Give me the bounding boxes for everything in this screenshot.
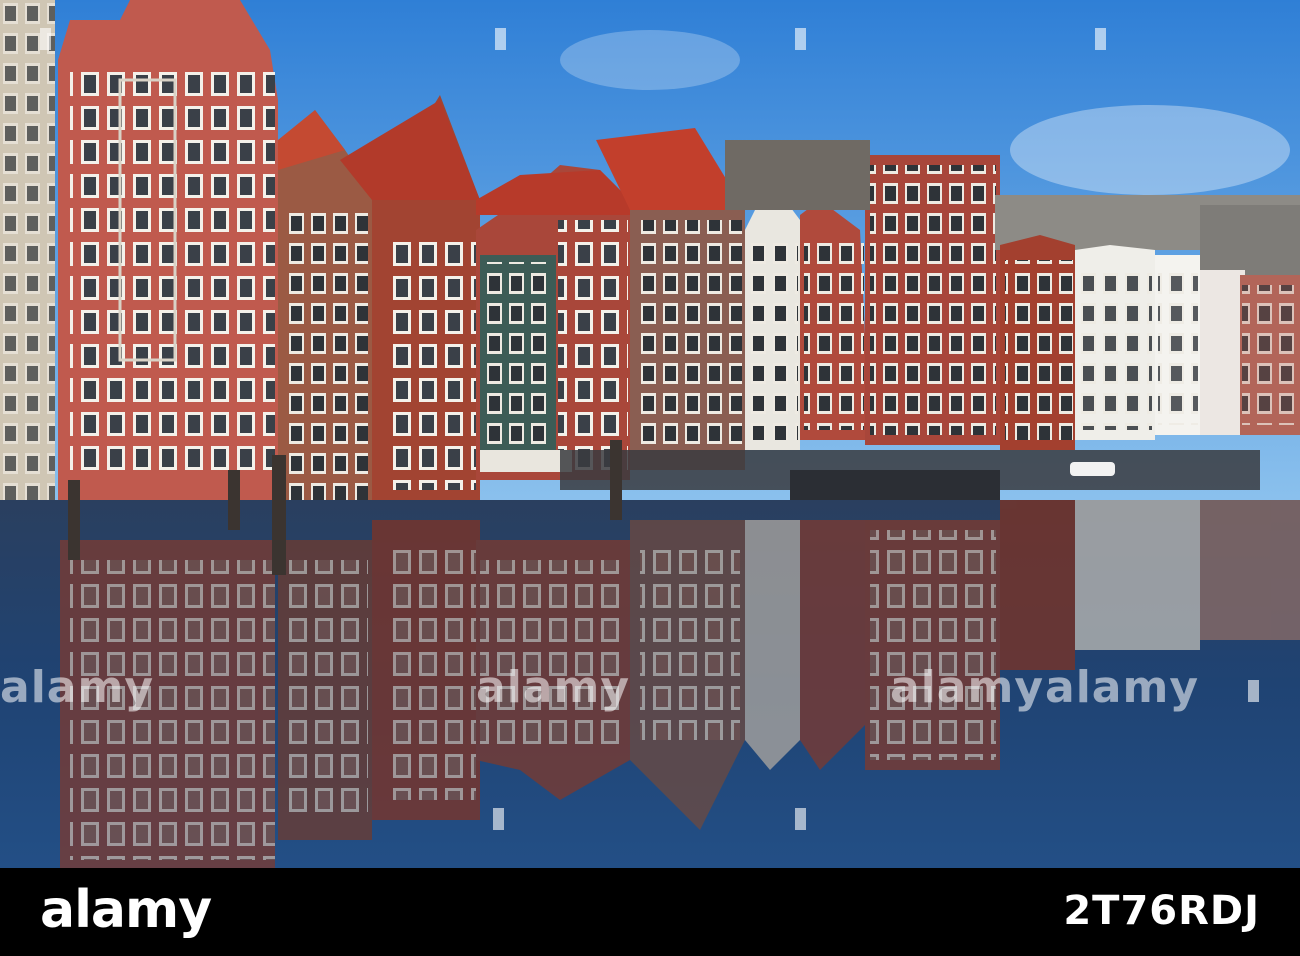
photo-frame: alamy alamy alamy alamy alamy 2T76RDJ <box>0 0 1300 956</box>
canal-photo: alamy alamy alamy alamy <box>0 0 1300 868</box>
image-id: 2T76RDJ <box>1063 888 1260 934</box>
alamy-logo: alamy <box>40 880 212 940</box>
canal-scene <box>0 0 1300 868</box>
